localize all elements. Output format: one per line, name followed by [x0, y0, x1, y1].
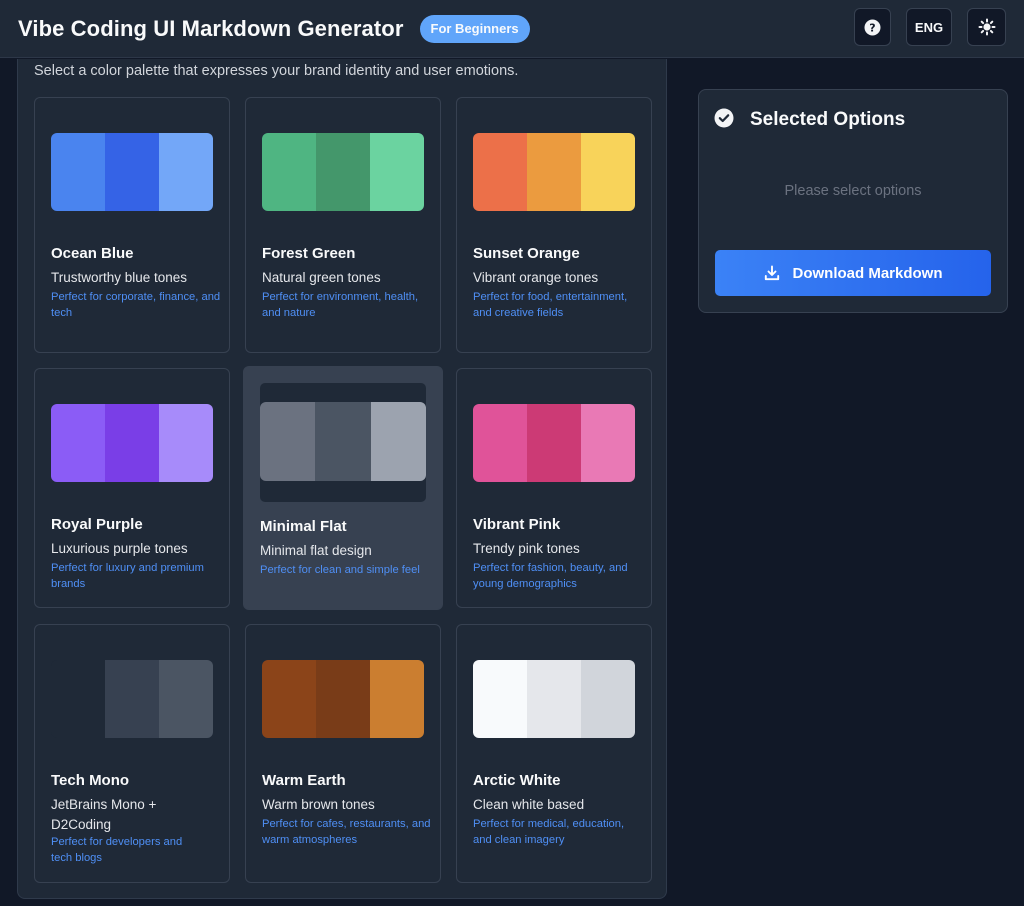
card-use-case: Perfect for cafes, restaurants, and warm…	[262, 818, 431, 846]
beginner-badge: For Beginners	[419, 14, 530, 43]
card-subtitle: JetBrains Mono + D2Coding	[51, 797, 157, 832]
swatch-color-3	[370, 133, 424, 211]
card-name: Minimal Flat	[260, 518, 347, 535]
language-label: ENG	[914, 19, 944, 35]
swatch-color-3	[159, 660, 213, 738]
help-button[interactable]: ?	[854, 8, 891, 46]
empty-selection-text: Please select options	[784, 183, 922, 199]
swatch-color-2	[105, 404, 159, 482]
check-circle-icon	[714, 108, 734, 128]
card-name: Vibrant Pink	[473, 516, 561, 533]
selected-options-panel: Selected Options Please select options D…	[698, 89, 1008, 313]
color-swatch	[51, 404, 213, 482]
swatch-color-3	[581, 660, 635, 738]
color-swatch	[473, 133, 635, 211]
swatch-color-1	[473, 404, 527, 482]
card-name: Arctic White	[473, 772, 561, 789]
card-subtitle: Luxurious purple tones	[51, 541, 188, 556]
palette-card-vibrant-pink[interactable]: Vibrant Pink Trendy pink tones Perfect f…	[456, 368, 652, 608]
app-title: Vibe Coding UI Markdown Generator	[18, 15, 404, 41]
swatch-color-1	[262, 660, 316, 738]
swatch-color-3	[581, 133, 635, 211]
color-swatch	[473, 404, 635, 482]
palette-description: Select a color palette that expresses yo…	[34, 63, 519, 79]
palette-card-sunset-orange[interactable]: Sunset Orange Vibrant orange tones Perfe…	[456, 97, 652, 353]
download-markdown-button[interactable]: Download Markdown	[715, 250, 991, 296]
card-subtitle: Vibrant orange tones	[473, 270, 599, 285]
card-subtitle: Minimal flat design	[260, 543, 372, 558]
swatch-color-1	[262, 133, 316, 211]
palette-card-royal-purple[interactable]: Royal Purple Luxurious purple tones Perf…	[34, 368, 230, 608]
app-header: Vibe Coding UI Markdown Generator For Be…	[0, 0, 1024, 58]
card-subtitle: Trustworthy blue tones	[51, 270, 188, 285]
card-name: Ocean Blue	[51, 245, 134, 262]
swatch-color-2	[105, 660, 159, 738]
card-use-case: Perfect for food, entertainment, and cre…	[473, 291, 628, 319]
swatch-color-2	[527, 660, 581, 738]
language-button[interactable]: ENG	[906, 8, 952, 46]
color-swatch	[51, 133, 213, 211]
selected-options-title: Selected Options	[750, 109, 906, 130]
card-use-case: Perfect for luxury and premium brands	[51, 562, 204, 590]
card-use-case: Perfect for medical, education, and clea…	[473, 818, 625, 846]
color-swatch	[473, 660, 635, 738]
svg-text:?: ?	[869, 21, 875, 34]
palette-card-minimal-flat[interactable]: Minimal Flat Minimal flat design Perfect…	[243, 366, 443, 610]
swatch-color-1	[260, 402, 316, 481]
question-circle-icon: ?	[864, 19, 881, 35]
download-label: Download Markdown	[792, 264, 943, 282]
card-use-case: Perfect for fashion, beauty, and young d…	[473, 562, 628, 590]
swatch-color-2	[315, 402, 371, 481]
swatch-color-1	[51, 404, 105, 482]
card-subtitle: Natural green tones	[262, 270, 381, 285]
card-name: Royal Purple	[51, 516, 143, 533]
swatch-color-2	[527, 133, 581, 211]
swatch-color-2	[527, 404, 581, 482]
sun-icon	[978, 18, 995, 36]
swatch-color-3	[370, 660, 424, 738]
palette-panel: Select a color palette that expresses yo…	[17, 59, 667, 899]
swatch-color-2	[105, 133, 159, 211]
color-swatch	[260, 402, 426, 481]
palette-card-arctic-white[interactable]: Arctic White Clean white based Perfect f…	[456, 624, 652, 883]
color-swatch	[262, 660, 424, 738]
card-name: Tech Mono	[51, 772, 130, 789]
color-swatch	[51, 660, 213, 738]
swatch-color-3	[581, 404, 635, 482]
card-name: Warm Earth	[262, 772, 346, 789]
palette-card-ocean-blue[interactable]: Ocean Blue Trustworthy blue tones Perfec…	[34, 97, 230, 353]
swatch-color-3	[370, 402, 426, 481]
card-subtitle: Trendy pink tones	[473, 541, 580, 556]
palette-card-tech-mono[interactable]: Tech Mono JetBrains Mono + D2Coding Perf…	[34, 624, 230, 883]
swatch-color-3	[159, 133, 213, 211]
color-swatch	[262, 133, 424, 211]
card-use-case: Perfect for clean and simple feel	[260, 564, 420, 576]
swatch-color-2	[316, 133, 370, 211]
swatch-color-1	[473, 660, 527, 738]
card-subtitle: Clean white based	[473, 797, 585, 812]
swatch-color-3	[159, 404, 213, 482]
swatch-color-2	[316, 660, 370, 738]
swatch-color-1	[473, 133, 527, 211]
download-icon	[764, 265, 779, 281]
swatch-color-1	[51, 660, 105, 738]
palette-card-warm-earth[interactable]: Warm Earth Warm brown tones Perfect for …	[245, 624, 441, 883]
swatch-color-1	[51, 133, 105, 211]
card-name: Forest Green	[262, 245, 356, 262]
theme-toggle-button[interactable]	[967, 8, 1006, 46]
card-use-case: Perfect for developers and tech blogs	[51, 836, 183, 864]
palette-card-forest-green[interactable]: Forest Green Natural green tones Perfect…	[245, 97, 441, 353]
card-subtitle: Warm brown tones	[262, 797, 375, 812]
card-name: Sunset Orange	[473, 245, 580, 262]
card-use-case: Perfect for environment, health, and nat…	[262, 291, 419, 319]
card-use-case: Perfect for corporate, finance, and tech	[51, 291, 221, 319]
